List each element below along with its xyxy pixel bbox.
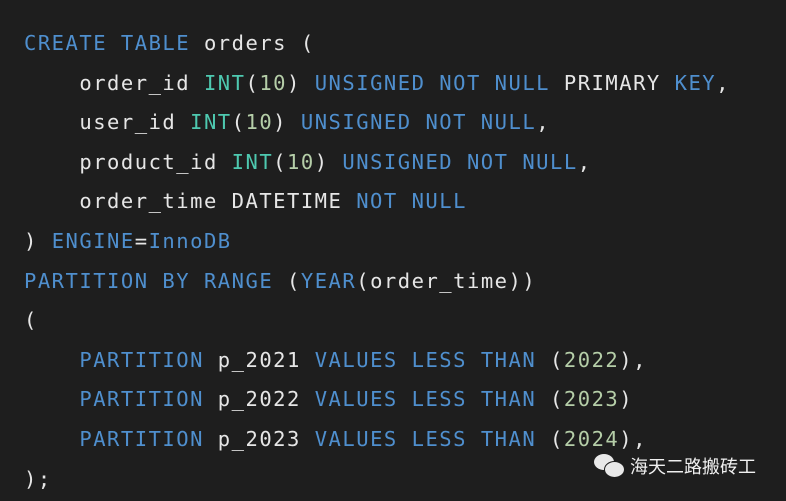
- code-token: ): [287, 70, 315, 95]
- code-token: PARTITION: [79, 347, 204, 372]
- code-token: 2022: [563, 347, 620, 372]
- code-token: INT: [190, 110, 232, 135]
- code-token: VALUES LESS THAN: [314, 426, 537, 451]
- code-line: ) ENGINE=InnoDB: [24, 224, 730, 264]
- code-token: INT: [203, 70, 246, 95]
- code-token: ): [273, 110, 301, 135]
- code-token: ,: [716, 70, 730, 95]
- watermark: 海天二路搬砖工: [594, 453, 756, 479]
- code-token: orders (: [190, 31, 315, 55]
- code-token: PARTITION BY RANGE: [24, 268, 274, 293]
- code-token: INT: [231, 149, 274, 174]
- code-token: ,: [577, 149, 592, 174]
- code-token: UNSIGNED NOT NULL: [342, 149, 578, 174]
- code-token: (: [536, 426, 564, 451]
- code-line: order_id INT(10) UNSIGNED NOT NULL PRIMA…: [24, 66, 730, 106]
- code-line: (: [24, 303, 730, 343]
- code-token: (: [273, 268, 301, 293]
- code-token: YEAR: [300, 268, 357, 293]
- code-line: user_id INT(10) UNSIGNED NOT NULL,: [24, 105, 730, 145]
- code-token: (: [273, 149, 288, 174]
- code-token: PRIMARY: [550, 70, 675, 95]
- code-token: 2024: [563, 426, 620, 451]
- code-line: order_time DATETIME NOT NULL: [24, 184, 730, 224]
- code-token: user_id: [24, 110, 191, 135]
- code-token: VALUES LESS THAN: [314, 347, 537, 372]
- code-token: product_id: [24, 149, 232, 174]
- code-line: PARTITION BY RANGE (YEAR(order_time)): [24, 264, 730, 304]
- code-token: (: [536, 387, 564, 412]
- wechat-icon: [594, 454, 625, 478]
- code-token: UNSIGNED NOT NULL: [300, 110, 537, 135]
- code-token: (: [231, 110, 246, 135]
- code-token: );: [24, 466, 52, 491]
- code-token: (: [536, 347, 564, 372]
- watermark-text: 海天二路搬砖工: [630, 457, 756, 478]
- code-token: =: [134, 228, 149, 253]
- code-token: 10: [259, 70, 288, 95]
- code-token: InnoDB: [148, 228, 232, 253]
- code-line: PARTITION p_2021 VALUES LESS THAN (2022)…: [24, 343, 730, 383]
- code-token: 10: [287, 149, 315, 174]
- code-token: (order_time)): [356, 268, 537, 293]
- code-token: ): [619, 387, 634, 412]
- code-token: KEY: [674, 70, 717, 95]
- code-line: PARTITION p_2022 VALUES LESS THAN (2023): [24, 382, 730, 422]
- code-token: CREATE TABLE: [24, 31, 191, 55]
- code-token: ): [24, 228, 52, 253]
- code-token: 2023: [563, 387, 620, 412]
- code-token: ),: [619, 426, 647, 451]
- code-token: p_2022: [203, 387, 315, 412]
- code-token: NOT NULL: [356, 189, 467, 214]
- code-token: ): [314, 149, 343, 174]
- code-token: ,: [536, 110, 551, 135]
- code-token: p_2021: [203, 347, 315, 372]
- code-token: PARTITION: [79, 426, 204, 451]
- code-line: CREATE TABLE orders (: [24, 26, 730, 66]
- code-token: VALUES LESS THAN: [314, 387, 537, 412]
- code-token: (: [24, 308, 38, 333]
- code-line: product_id INT(10) UNSIGNED NOT NULL,: [24, 145, 730, 185]
- code-token: order_time DATETIME: [24, 189, 357, 214]
- code-token: UNSIGNED NOT NULL: [314, 70, 551, 95]
- code-block: CREATE TABLE orders ( order_id INT(10) U…: [24, 26, 730, 501]
- code-token: order_id: [24, 70, 204, 95]
- code-token: p_2023: [203, 426, 315, 451]
- code-token: ),: [619, 347, 647, 372]
- code-token: 10: [245, 110, 274, 135]
- code-token: PARTITION: [79, 387, 204, 412]
- code-token: (: [245, 70, 260, 95]
- code-token: ENGINE: [51, 228, 135, 253]
